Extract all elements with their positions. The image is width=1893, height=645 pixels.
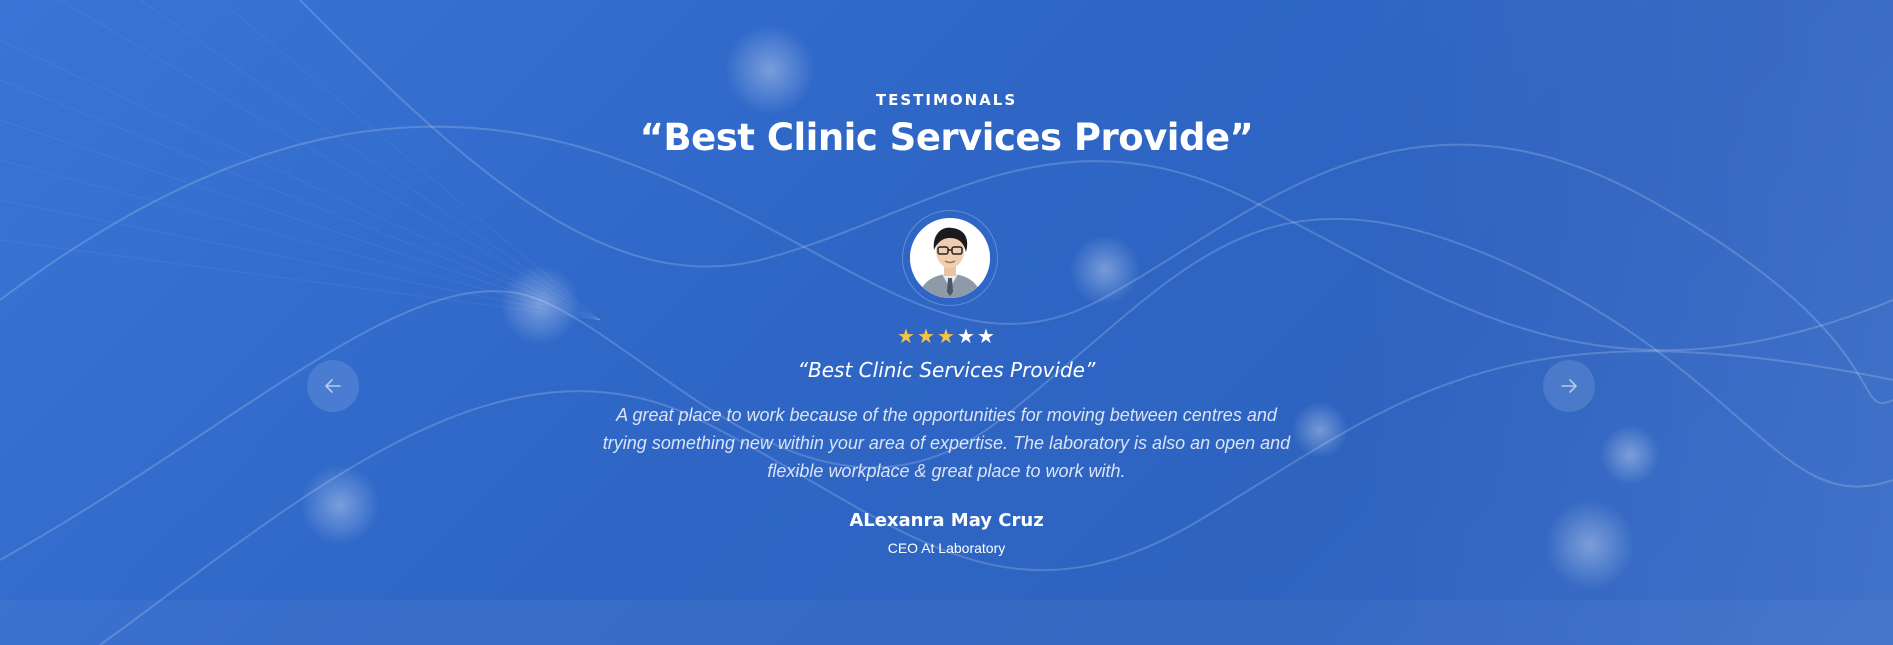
next-button[interactable] xyxy=(1543,360,1595,412)
star-icon: ★ xyxy=(897,326,916,348)
testimonials-section: TESTIMONALS “Best Clinic Services Provid… xyxy=(0,0,1893,645)
author-name: ALexanra May Cruz xyxy=(849,510,1044,531)
arrow-right-icon xyxy=(1561,379,1577,393)
avatar xyxy=(910,218,990,298)
quote-body: A great place to work because of the opp… xyxy=(602,405,1291,481)
section-heading: “Best Clinic Services Provide” xyxy=(639,116,1254,159)
star-icon: ★ xyxy=(917,326,936,348)
star-icon: ★ xyxy=(977,326,996,348)
person-avatar-icon xyxy=(910,218,990,298)
arrow-left-icon xyxy=(325,379,341,393)
star-icon: ★ xyxy=(937,326,956,348)
author-role: CEO At Laboratory xyxy=(887,540,1006,556)
previous-button[interactable] xyxy=(307,360,359,412)
section-eyebrow: TESTIMONALS xyxy=(875,91,1018,109)
star-icon: ★ xyxy=(957,326,976,348)
rating-stars: ★★★★★ xyxy=(0,326,1893,348)
quote-title: “Best Clinic Services Provide” xyxy=(797,358,1096,382)
